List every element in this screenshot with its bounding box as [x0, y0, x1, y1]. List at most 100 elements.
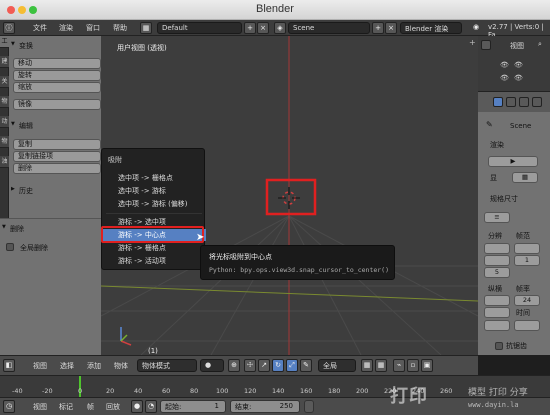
- timeline-tick: 140: [272, 387, 285, 395]
- resolution-y-field[interactable]: [484, 255, 510, 266]
- render-panel-header[interactable]: 渲染: [490, 140, 504, 150]
- shading-select[interactable]: ●: [200, 359, 224, 372]
- history-panel-header[interactable]: 历史: [9, 184, 101, 197]
- timeline-menu-marker[interactable]: 标记: [59, 402, 73, 412]
- remove-scene-icon[interactable]: ×: [385, 22, 397, 34]
- current-frame-field[interactable]: [304, 400, 314, 413]
- manipulator-toggle-icon[interactable]: ☩: [244, 359, 256, 372]
- render-engine-select[interactable]: Blender 渲染: [400, 22, 462, 34]
- scale-button[interactable]: 缩放: [13, 82, 101, 93]
- timeline-menu-view[interactable]: 视图: [33, 402, 47, 412]
- info-header: ⓘ 文件 渲染 窗口 帮助 ▦ Default + × ◈ Scene + × …: [0, 20, 550, 39]
- eye-icon[interactable]: 👁: [500, 74, 509, 82]
- render-tab-icon[interactable]: [493, 97, 503, 107]
- layers-icon[interactable]: ▦: [375, 359, 387, 372]
- start-frame-field[interactable]: 起始: 1: [160, 400, 226, 413]
- frame-start-field[interactable]: [514, 243, 540, 254]
- translate-button[interactable]: 移动: [13, 58, 101, 69]
- eye-icon[interactable]: 👁: [500, 61, 509, 69]
- duplicate-button[interactable]: 复制: [13, 139, 101, 150]
- transform-panel-header[interactable]: 变换: [9, 39, 101, 52]
- menu-item-selection-to-cursor[interactable]: 选中项 -> 游标: [102, 185, 206, 197]
- end-frame-field[interactable]: 结束: 250: [230, 400, 300, 413]
- outliner-search-icon[interactable]: ⌕: [538, 40, 542, 49]
- menu-help[interactable]: 帮助: [113, 23, 127, 33]
- tab-physics[interactable]: 动: [0, 116, 9, 128]
- layers-tab-icon[interactable]: [506, 97, 516, 107]
- duplicate-linked-button[interactable]: 复制链接项: [13, 151, 101, 162]
- mirror-button[interactable]: 镜像: [13, 99, 101, 110]
- add-scene-icon[interactable]: +: [372, 22, 384, 34]
- manipulator-space-icon[interactable]: ✎: [300, 359, 312, 372]
- remove-layout-icon[interactable]: ×: [257, 22, 269, 34]
- menu-add[interactable]: 添加: [87, 361, 101, 371]
- anti-alias-label[interactable]: 抗锯齿: [506, 341, 527, 351]
- timeline-menu-playback[interactable]: 回放: [106, 402, 120, 412]
- menu-view[interactable]: 视图: [33, 361, 47, 371]
- pivot-icon[interactable]: ⊕: [228, 359, 240, 372]
- aspect-x-field[interactable]: [484, 295, 510, 306]
- resolution-percentage-field[interactable]: 5: [484, 267, 510, 278]
- rotate-button[interactable]: 旋转: [13, 70, 101, 81]
- menu-item-selection-to-cursor-offset[interactable]: 选中项 -> 游标 (偏移): [102, 198, 206, 210]
- add-layout-icon[interactable]: +: [244, 22, 256, 34]
- world-tab-icon[interactable]: [532, 97, 542, 107]
- edit-panel-header[interactable]: 编辑: [9, 119, 101, 132]
- editor-type-icon[interactable]: ◧: [3, 359, 15, 372]
- snap-element-icon[interactable]: ▫: [407, 359, 419, 372]
- menu-window[interactable]: 窗口: [86, 23, 100, 33]
- scene-tab-icon[interactable]: [519, 97, 529, 107]
- rotate-manipulator-icon[interactable]: ↻: [272, 359, 284, 372]
- dimensions-panel-header[interactable]: 规格尺寸: [490, 194, 518, 204]
- snap-icon[interactable]: ⌁: [393, 359, 405, 372]
- layout-select[interactable]: Default: [157, 22, 242, 34]
- timeline-menu-frame[interactable]: 帧: [87, 402, 94, 412]
- resolution-x-field[interactable]: [484, 243, 510, 254]
- tab-grease-pencil[interactable]: 油: [0, 156, 9, 168]
- translate-manipulator-icon[interactable]: ↗: [258, 359, 270, 372]
- tab-object[interactable]: 物: [0, 136, 9, 148]
- transform-orientation-select[interactable]: 全局: [318, 359, 356, 372]
- outliner-editor-icon[interactable]: [481, 40, 491, 50]
- time-remap-field[interactable]: [514, 320, 540, 331]
- render-button[interactable]: ▶: [488, 156, 538, 167]
- scene-select[interactable]: Scene: [288, 22, 370, 34]
- menu-file[interactable]: 文件: [33, 23, 47, 33]
- preview-range-icon[interactable]: ◔: [145, 400, 157, 413]
- editor-type-icon[interactable]: ⓘ: [3, 22, 15, 34]
- delete-operator-header[interactable]: 删除: [0, 222, 92, 235]
- scene-icon[interactable]: ◈: [274, 22, 286, 34]
- border-toggle[interactable]: [484, 320, 510, 331]
- delete-button[interactable]: 删除: [13, 163, 101, 174]
- tab-create[interactable]: 建: [0, 56, 9, 68]
- menu-item-cursor-to-grid[interactable]: 游标 -> 栅格点: [102, 242, 206, 254]
- layers-icon[interactable]: ▦: [361, 359, 373, 372]
- eye-icon[interactable]: 👁: [514, 74, 523, 82]
- screen-layout-icon[interactable]: ▦: [140, 22, 152, 34]
- menu-item-selection-to-grid[interactable]: 选中项 -> 栅格点: [102, 172, 206, 184]
- global-delete-checkbox[interactable]: [6, 243, 14, 251]
- record-icon[interactable]: ●: [131, 400, 143, 413]
- frame-end-field[interactable]: 1: [514, 255, 540, 266]
- display-select[interactable]: ▦: [512, 172, 538, 183]
- menu-object[interactable]: 物体: [114, 361, 128, 371]
- pin-icon[interactable]: ✎: [486, 120, 493, 129]
- scale-manipulator-icon[interactable]: ⤢: [286, 359, 298, 372]
- timeline-editor-icon[interactable]: ◷: [3, 400, 15, 413]
- outliner-view-menu[interactable]: 视图: [510, 41, 524, 51]
- eye-icon[interactable]: 👁: [514, 61, 523, 69]
- viewport-expand-icon[interactable]: +: [469, 38, 476, 47]
- tab-animation[interactable]: 物: [0, 96, 9, 108]
- menu-item-cursor-to-active[interactable]: 游标 -> 活动项: [102, 255, 206, 267]
- fps-select[interactable]: 24: [514, 295, 540, 306]
- tab-relations[interactable]: 关: [0, 76, 9, 88]
- menu-select[interactable]: 选择: [60, 361, 74, 371]
- aspect-y-field[interactable]: [484, 307, 510, 318]
- global-delete-label: 全局删除: [20, 244, 48, 252]
- tab-tools[interactable]: 工: [0, 36, 9, 48]
- render-preview-icon[interactable]: ▣: [421, 359, 433, 372]
- mode-select[interactable]: 物体模式: [137, 359, 197, 372]
- menu-render[interactable]: 渲染: [59, 23, 73, 33]
- preset-select[interactable]: ≡: [484, 212, 510, 223]
- anti-alias-checkbox[interactable]: [495, 342, 503, 350]
